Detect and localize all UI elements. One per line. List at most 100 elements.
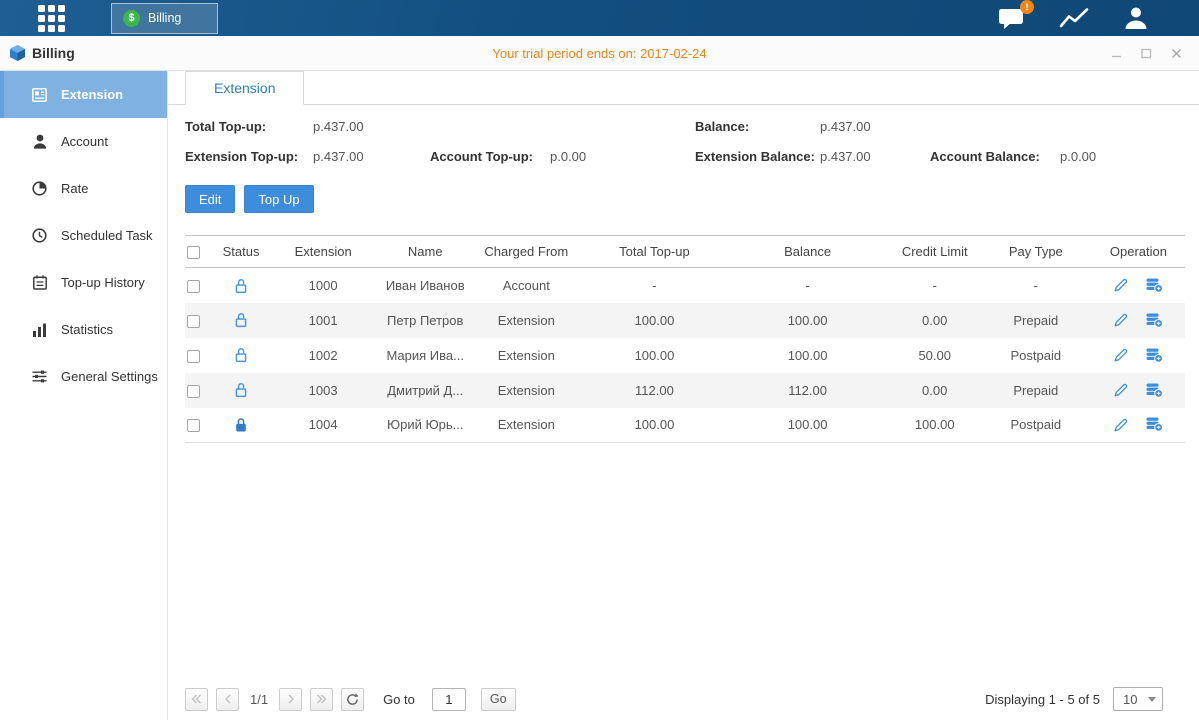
topup-coins-icon[interactable]: [1146, 383, 1163, 398]
table-row: 1000 Иван Иванов Account - - - -: [185, 268, 1185, 303]
edit-pencil-icon[interactable]: [1113, 417, 1129, 433]
sidebar-item-rate[interactable]: Rate: [0, 165, 167, 212]
dollar-badge-icon: $: [123, 10, 140, 27]
lock-open-icon[interactable]: [234, 278, 248, 294]
extension-icon: [31, 88, 48, 102]
goto-label: Go to: [383, 692, 415, 707]
header-charged-from: Charged From: [469, 236, 583, 268]
sidebar-item-label: Scheduled Task: [61, 228, 153, 243]
pay-type-cell: Postpaid: [980, 338, 1092, 373]
prev-page-icon[interactable]: [216, 688, 239, 711]
pay-type-cell: Postpaid: [980, 408, 1092, 443]
goto-page-input[interactable]: [432, 688, 466, 711]
topup-coins-icon[interactable]: [1146, 278, 1163, 293]
header-extension: Extension: [265, 236, 381, 268]
last-page-icon[interactable]: [310, 688, 333, 711]
rate-icon: [31, 181, 48, 196]
account-topup-label: Account Top-up:: [430, 149, 550, 164]
operation-cell: [1092, 312, 1185, 328]
table-row: 1004 Юрий Юрь... Extension 100.00 100.00…: [185, 408, 1185, 443]
sidebar-item-extension[interactable]: Extension: [0, 71, 167, 118]
topbar-right: !: [998, 6, 1199, 30]
header-pay-type: Pay Type: [980, 236, 1092, 268]
total-topup-cell: 100.00: [583, 338, 725, 373]
balance-cell: 100.00: [726, 303, 890, 338]
credit-limit-cell: 0.00: [890, 303, 980, 338]
sidebar: Extension Account Rate: [0, 71, 168, 720]
extension-balance-label: Extension Balance:: [695, 149, 820, 164]
row-checkbox[interactable]: [187, 419, 200, 432]
refresh-icon[interactable]: [341, 688, 364, 711]
operation-cell: [1092, 277, 1185, 293]
credit-limit-cell: 0.00: [890, 373, 980, 408]
page-indicator: 1/1: [250, 692, 268, 707]
row-checkbox[interactable]: [187, 280, 200, 293]
first-page-icon[interactable]: [185, 688, 208, 711]
topbar-tab-billing[interactable]: $ Billing: [111, 3, 218, 34]
lock-open-icon[interactable]: [234, 382, 248, 398]
total-topup-label: Total Top-up:: [185, 119, 313, 134]
total-topup-cell: 100.00: [583, 303, 725, 338]
total-topup-cell: 100.00: [583, 408, 725, 443]
window-controls: [1109, 46, 1199, 60]
edit-pencil-icon[interactable]: [1113, 347, 1129, 363]
top-up-button[interactable]: Top Up: [244, 185, 313, 213]
select-all-checkbox[interactable]: [187, 246, 200, 259]
sidebar-item-general-settings[interactable]: General Settings: [0, 353, 167, 400]
tab-extension[interactable]: Extension: [185, 71, 304, 105]
edit-pencil-icon[interactable]: [1113, 312, 1129, 328]
charged-from-cell: Extension: [469, 373, 583, 408]
next-page-icon[interactable]: [279, 688, 302, 711]
topup-history-icon: [31, 275, 48, 290]
extension-topup-label: Extension Top-up:: [185, 149, 313, 164]
sidebar-item-topup-history[interactable]: Top-up History: [0, 259, 167, 306]
statistics-icon: [31, 323, 48, 337]
edit-button[interactable]: Edit: [185, 185, 235, 213]
maximize-icon[interactable]: [1139, 46, 1153, 60]
window-title: Billing: [32, 45, 75, 61]
credit-limit-cell: 50.00: [890, 338, 980, 373]
sidebar-item-label: General Settings: [61, 369, 158, 384]
lock-open-icon[interactable]: [234, 312, 248, 328]
balance-cell: 100.00: [726, 338, 890, 373]
charged-from-cell: Extension: [469, 408, 583, 443]
header-status: Status: [217, 236, 265, 268]
account-balance-label: Account Balance:: [930, 149, 1060, 164]
apps-grid-icon[interactable]: [38, 5, 65, 32]
header-credit-limit: Credit Limit: [890, 236, 980, 268]
reports-icon[interactable]: [1059, 7, 1089, 30]
close-icon[interactable]: [1169, 46, 1183, 60]
extension-cell: 1000: [265, 268, 381, 303]
trial-notice: Your trial period ends on: 2017-02-24: [0, 46, 1199, 61]
operation-cell: [1092, 417, 1185, 433]
lock-open-icon[interactable]: [234, 347, 248, 363]
extension-cell: 1001: [265, 303, 381, 338]
page-size-select[interactable]: 10: [1113, 687, 1163, 711]
minimize-icon[interactable]: [1109, 46, 1123, 60]
balance-value: p.437.00: [820, 119, 930, 134]
lock-closed-icon[interactable]: [234, 417, 248, 433]
edit-pencil-icon[interactable]: [1113, 382, 1129, 398]
topbar-tab-label: Billing: [148, 11, 181, 25]
sidebar-item-statistics[interactable]: Statistics: [0, 306, 167, 353]
topup-coins-icon[interactable]: [1146, 348, 1163, 363]
main-content: Extension Total Top-up: p.437.00 Balance…: [168, 71, 1199, 720]
user-icon[interactable]: [1123, 6, 1149, 30]
messages-icon[interactable]: !: [998, 7, 1025, 30]
topup-coins-icon[interactable]: [1146, 417, 1163, 432]
edit-pencil-icon[interactable]: [1113, 277, 1129, 293]
sidebar-item-account[interactable]: Account: [0, 118, 167, 165]
row-checkbox[interactable]: [187, 350, 200, 363]
pay-type-cell: -: [980, 268, 1092, 303]
row-checkbox[interactable]: [187, 315, 200, 328]
row-checkbox[interactable]: [187, 385, 200, 398]
charged-from-cell: Extension: [469, 338, 583, 373]
go-button[interactable]: Go: [481, 688, 516, 711]
operation-cell: [1092, 382, 1185, 398]
pagination-bar: 1/1 Go to Go Displaying 1 - 5: [185, 687, 1185, 711]
charged-from-cell: Account: [469, 268, 583, 303]
sidebar-item-scheduled-task[interactable]: Scheduled Task: [0, 212, 167, 259]
extension-cell: 1004: [265, 408, 381, 443]
topup-coins-icon[interactable]: [1146, 313, 1163, 328]
credit-limit-cell: -: [890, 268, 980, 303]
